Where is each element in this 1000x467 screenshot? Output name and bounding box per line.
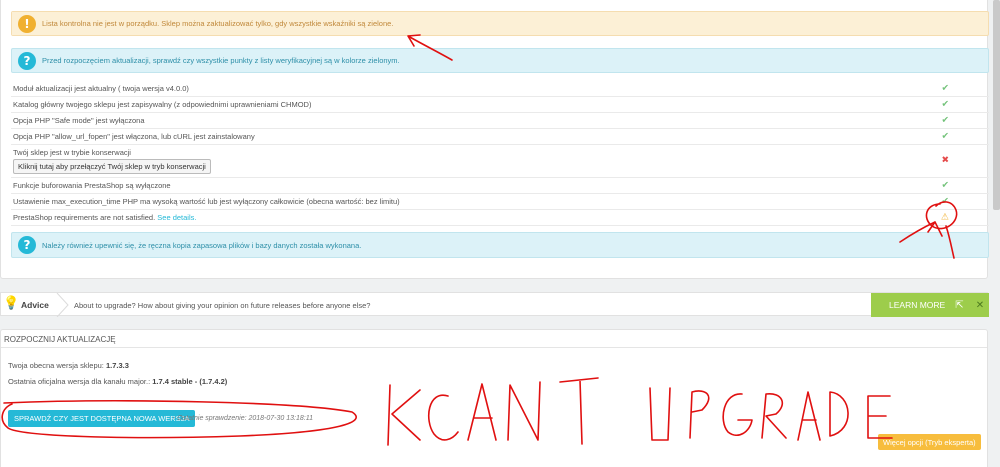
learn-more-button[interactable]: LEARN MORE ⇱ [871,293,971,317]
more-options-button[interactable]: Więcej opcji (Tryb eksperta) [878,434,981,450]
external-link-icon: ⇱ [955,299,964,311]
learn-more-label: LEARN MORE [889,300,946,310]
chevron-right-icon [56,293,69,317]
check-icon: ✔ [941,131,949,141]
checklist-text: Opcja PHP "allow_url_fopen" jest włączon… [13,132,255,141]
checklist-panel: ! Lista kontrolna nie jest w porządku. S… [0,0,989,279]
last-check-timestamp: - Ostatnie sprawdzenie: 2018-07-30 13:18… [173,415,313,422]
checklist-text: Funkcje buforowania PrestaShop są wyłącz… [13,181,171,190]
checklist-row: Ustawienie max_execution_time PHP ma wys… [11,194,989,210]
advice-title: Advice [21,300,49,310]
exclamation-icon: ! [18,14,36,33]
check-icon: ✔ [941,196,949,206]
checklist-row: PrestaShop requirements are not satisfie… [11,210,989,226]
current-version-value: 1.7.3.3 [105,361,129,370]
checklist-table: Moduł aktualizacji jest aktualny ( twoja… [11,81,989,226]
checklist-text: Opcja PHP "Safe mode" jest wyłączona [13,116,145,125]
scrollbar-thumb[interactable] [993,0,1000,210]
checklist-warning-alert: ! Lista kontrolna nie jest w porządku. S… [11,11,989,36]
latest-version-line: Ostatnia oficjalna wersja dla kanału maj… [8,377,227,386]
check-new-version-button[interactable]: SPRAWDŹ CZY JEST DOSTĘPNA NOWA WERSJA [8,410,196,427]
checklist-text: Ustawienie max_execution_time PHP ma wys… [13,197,400,206]
current-version-line: Twoja obecna wersja sklepu: 1.7.3.3 [8,361,129,370]
check-icon: ✔ [941,115,949,125]
checklist-text: PrestaShop requirements are not satisfie… [13,213,156,222]
checklist-row: Funkcje buforowania PrestaShop są wyłącz… [11,178,989,194]
see-details-link[interactable]: See details. [157,213,196,222]
advice-bar: 💡 Advice About to upgrade? How about giv… [0,292,989,317]
question-icon: ? [18,236,36,254]
section-divider [1,347,987,348]
checklist-text: Moduł aktualizacji jest aktualny ( twoja… [13,84,189,93]
latest-version-label: Ostatnia oficjalna wersja dla kanału maj… [8,377,151,386]
warning-icon: ⚠ [940,212,949,222]
section-title: ROZPOCZNIJ AKTUALIZACJĘ [4,335,116,344]
checklist-row: Moduł aktualizacji jest aktualny ( twoja… [11,81,989,97]
check-icon: ✔ [941,83,949,93]
lightbulb-icon: 💡 [3,296,20,311]
maintenance-toggle-button[interactable]: Kliknij tutaj aby przełączyć Twój sklep … [13,159,211,174]
info-message-top: Przed rozpoczęciem aktualizacji, sprawdź… [42,56,400,65]
checklist-row: Opcja PHP "allow_url_fopen" jest włączon… [11,129,989,145]
checklist-row: Opcja PHP "Safe mode" jest wyłączona ✔ [11,113,989,129]
checklist-row: Twój sklep jest w trybie konserwacji Klik… [11,145,989,178]
warning-message: Lista kontrolna nie jest w porządku. Skl… [42,19,394,28]
checklist-row: Katalog główny twojego sklepu jest zapis… [11,97,989,113]
current-version-label: Twoja obecna wersja sklepu: [8,361,104,370]
verify-info-alert: ? Przed rozpoczęciem aktualizacji, spraw… [11,48,989,73]
cross-icon: ✖ [941,155,949,166]
checklist-text: Katalog główny twojego sklepu jest zapis… [13,100,312,109]
close-icon[interactable]: ✕ [971,293,989,317]
info-message-bottom: Należy również upewnić się, że ręczna ko… [42,240,362,250]
upgrade-panel: ROZPOCZNIJ AKTUALIZACJĘ Twoja obecna wer… [0,329,988,467]
advice-text: About to upgrade? How about giving your … [74,301,371,310]
checklist-text: Twój sklep jest w trybie konserwacji [13,148,131,157]
question-icon: ? [18,51,36,70]
backup-info-alert: ? Należy również upewnić się, że ręczna … [11,232,989,258]
check-icon: ✔ [941,99,949,109]
latest-version-value: 1.7.4 stable - (1.7.4.2) [152,377,228,386]
check-icon: ✔ [941,180,949,190]
